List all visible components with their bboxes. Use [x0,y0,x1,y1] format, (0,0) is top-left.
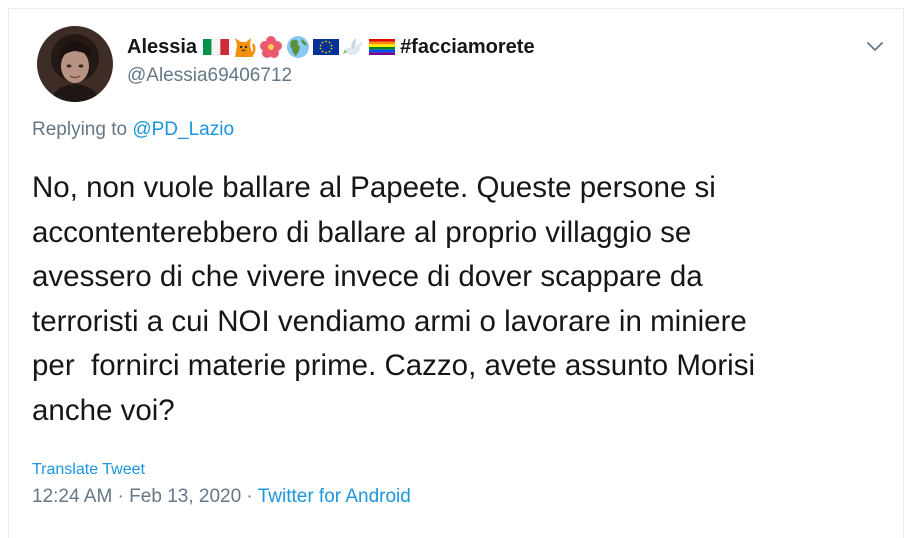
user-handle[interactable]: @Alessia69406712 [127,65,292,87]
tweet-card: Alessia #facciamorete @Alessia69406712 R… [8,8,904,538]
meta-separator: · [112,486,130,507]
avatar-photo [37,26,113,102]
tweet-menu-button[interactable] [863,39,887,55]
dove-icon [342,35,366,59]
display-name-text: Alessia [127,35,198,58]
cat-icon [232,35,256,59]
hibiscus-icon [259,35,283,59]
avatar[interactable] [37,26,113,102]
replying-to: Replying to @PD_Lazio [32,119,234,141]
chevron-down-icon [867,42,883,51]
replying-to-label: Replying to [32,119,133,140]
tweet-source-link[interactable]: Twitter for Android [258,486,411,507]
name-hashtag: #facciamorete [400,35,535,58]
display-name[interactable]: Alessia #facciamorete [127,35,535,59]
globe-icon [286,35,310,59]
translate-tweet-link[interactable]: Translate Tweet [32,461,145,479]
italy-flag-icon [203,38,230,56]
rainbow-flag-icon [369,38,396,56]
tweet-metadata: 12:24 AM · Feb 13, 2020 · Twitter for An… [32,486,411,508]
tweet-time[interactable]: 12:24 AM [32,486,112,507]
tweet-date[interactable]: Feb 13, 2020 [129,486,241,507]
eu-flag-icon [313,38,340,56]
reply-mention-link[interactable]: @PD_Lazio [132,119,234,140]
meta-separator: · [241,486,258,507]
tweet-text: No, non vuole ballare al Papeete. Queste… [32,171,756,427]
